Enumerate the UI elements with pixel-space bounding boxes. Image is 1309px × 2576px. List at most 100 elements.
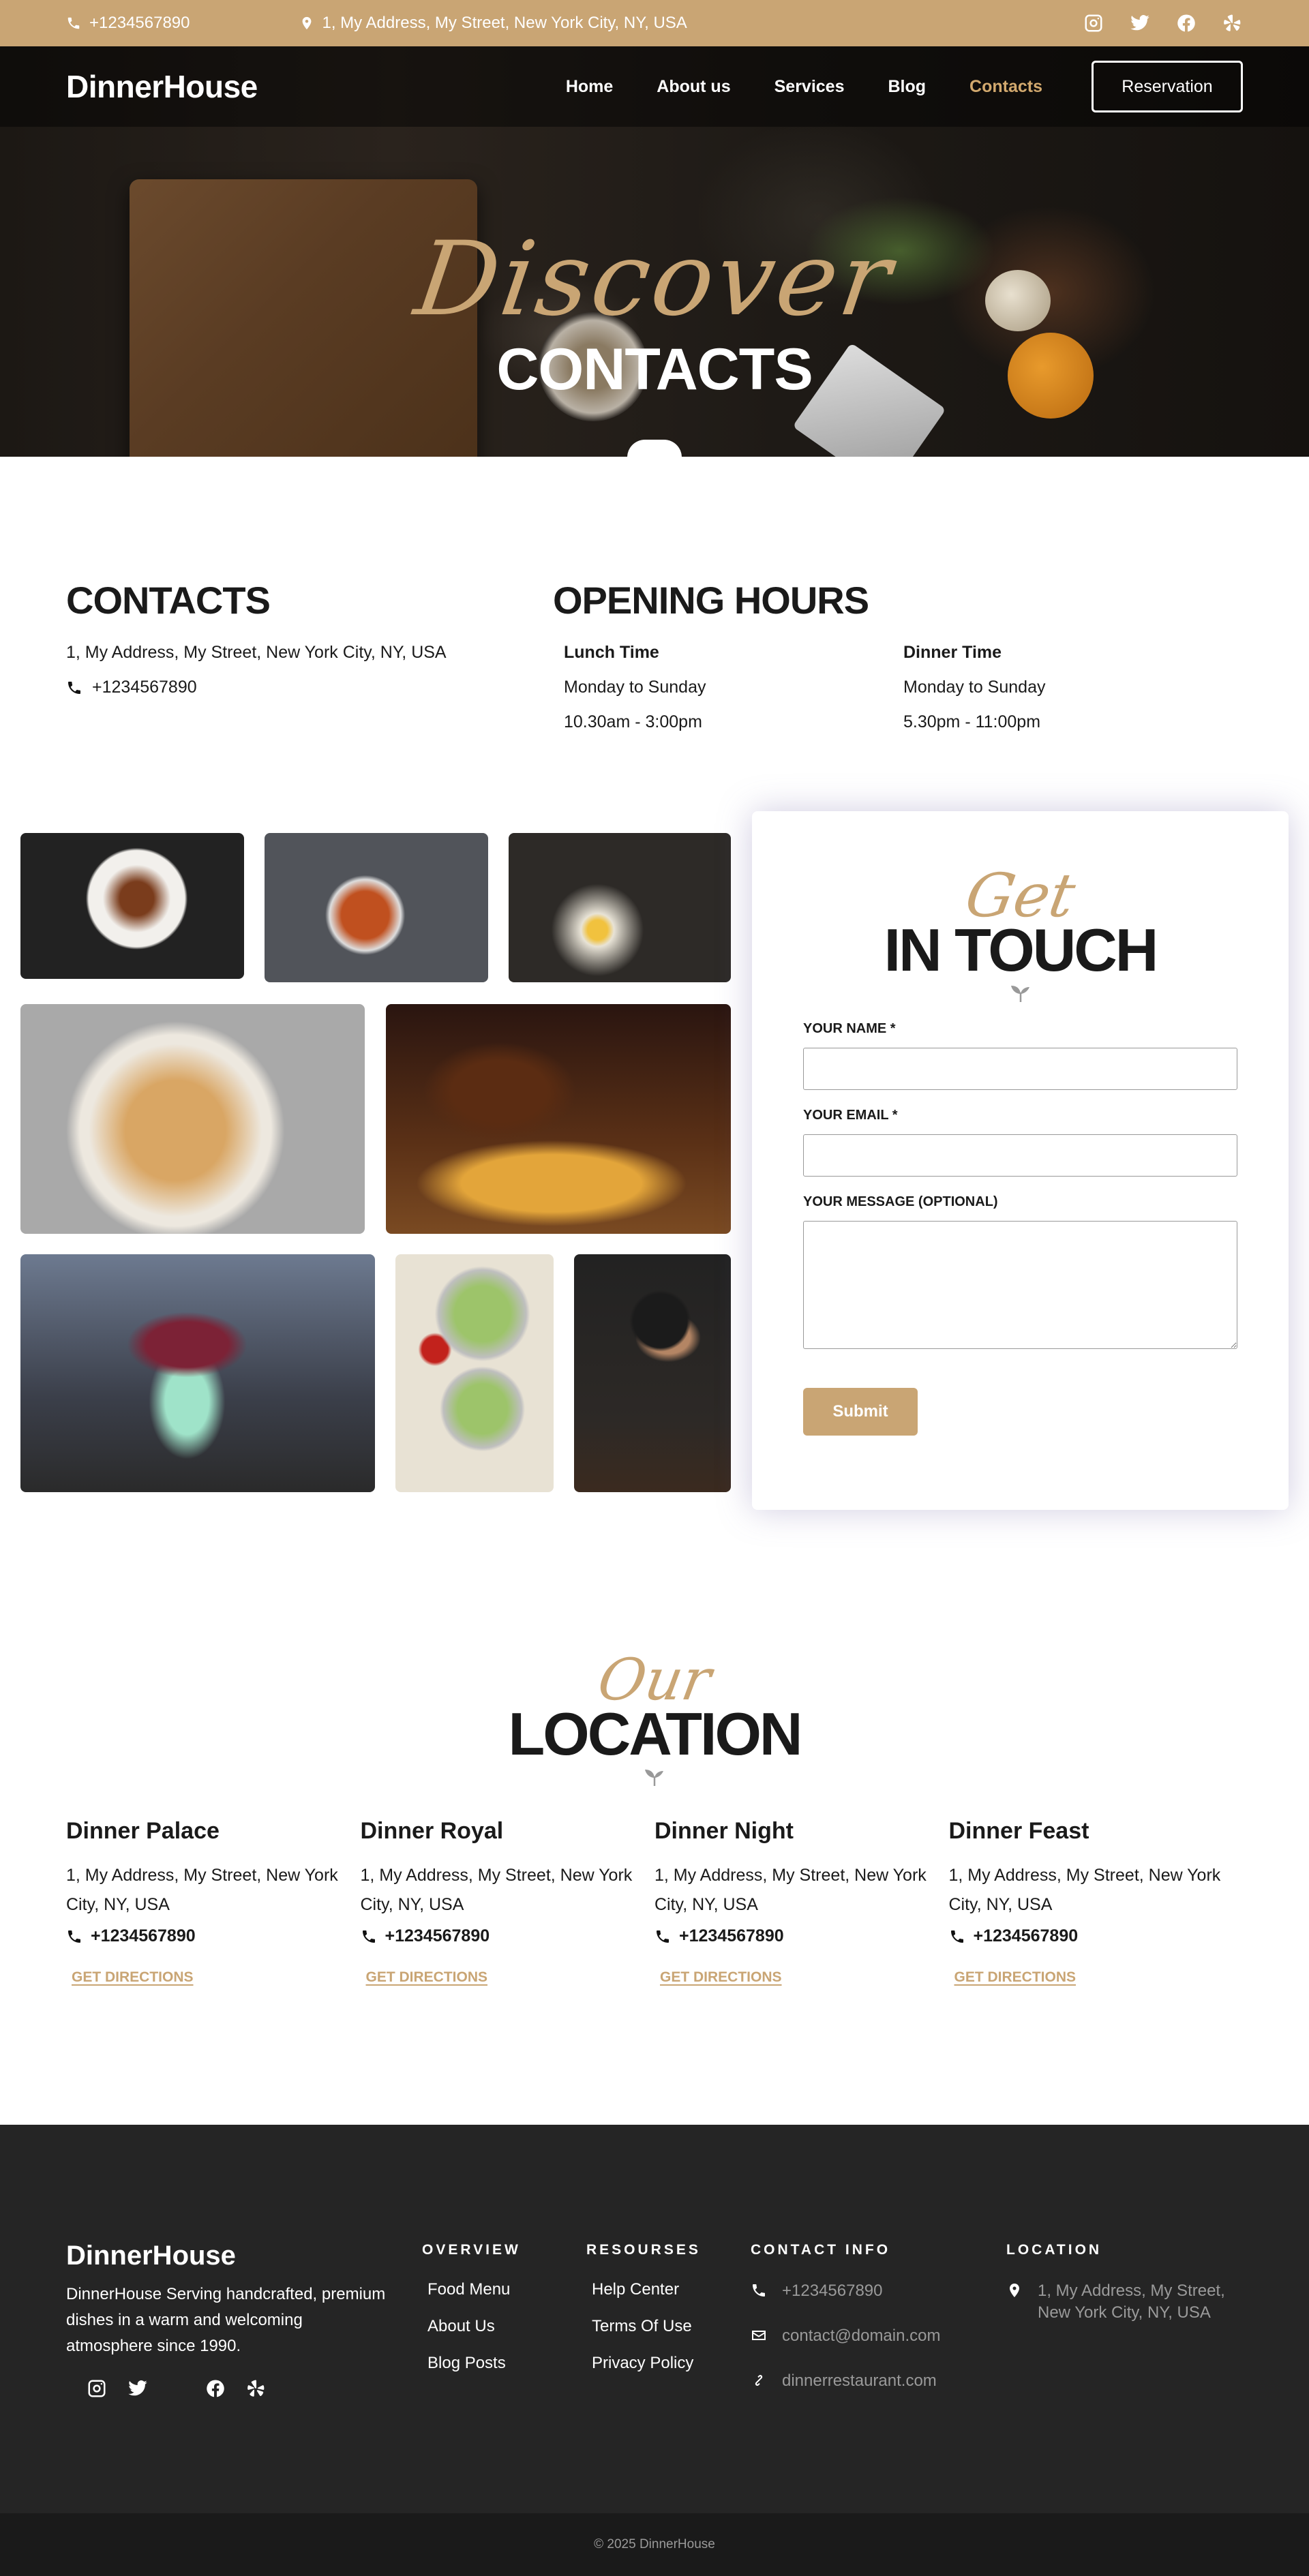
nav-item-blog[interactable]: Blog bbox=[888, 77, 926, 97]
instagram-icon[interactable] bbox=[87, 2378, 107, 2399]
location-card: Dinner Feast 1, My Address, My Street, N… bbox=[949, 1818, 1244, 1986]
reservation-button[interactable]: Reservation bbox=[1092, 61, 1243, 112]
phone-icon bbox=[362, 1930, 375, 1943]
get-directions-link[interactable]: GET DIRECTIONS bbox=[954, 1969, 1077, 1986]
yelp-icon[interactable] bbox=[246, 2378, 267, 2399]
location-phone[interactable]: +1234567890 bbox=[361, 1926, 655, 1946]
topbar-phone[interactable]: +1234567890 bbox=[66, 14, 190, 33]
footer-overview: OVERVIEW Food Menu About Us Blog Posts bbox=[422, 2242, 521, 2391]
nav-item-contacts[interactable]: Contacts bbox=[969, 77, 1042, 97]
twitter-icon[interactable] bbox=[1130, 13, 1150, 33]
location-address: 1, My Address, My Street, New York City,… bbox=[948, 1866, 1221, 1914]
name-label: YOUR NAME * bbox=[803, 1021, 896, 1036]
footer-link-help-center[interactable]: Help Center bbox=[586, 2280, 701, 2299]
get-directions-link[interactable]: GET DIRECTIONS bbox=[366, 1969, 488, 1986]
footer-contact-title: CONTACT INFO bbox=[751, 2242, 891, 2258]
footer-link-privacy[interactable]: Privacy Policy bbox=[586, 2354, 701, 2373]
main-nav: DinnerHouse Home About us Services Blog … bbox=[0, 46, 1309, 127]
get-directions-link[interactable]: GET DIRECTIONS bbox=[660, 1969, 782, 1986]
contacts-phone[interactable]: +1234567890 bbox=[66, 678, 553, 697]
location-phone-text: +1234567890 bbox=[385, 1926, 490, 1945]
footer-resources: RESOURSES Help Center Terms Of Use Priva… bbox=[586, 2242, 701, 2391]
location-section: Our LOCATION Dinner Palace 1, My Address… bbox=[0, 1535, 1309, 2125]
gallery-image-spaghetti bbox=[20, 1004, 365, 1234]
lunch-time: 10.30am - 3:00pm bbox=[564, 712, 702, 731]
submit-button[interactable]: Submit bbox=[803, 1388, 918, 1436]
copyright-bar: © 2025 DinnerHouse bbox=[0, 2513, 1309, 2576]
footer-link-food-menu[interactable]: Food Menu bbox=[422, 2280, 521, 2299]
nav-item-home[interactable]: Home bbox=[566, 77, 613, 97]
dinner-days: Monday to Sunday bbox=[903, 678, 1046, 697]
twitter-icon[interactable] bbox=[127, 2378, 148, 2399]
location-phone[interactable]: +1234567890 bbox=[654, 1926, 949, 1946]
name-input[interactable] bbox=[803, 1048, 1237, 1090]
message-label: YOUR MESSAGE (OPTIONAL) bbox=[803, 1194, 998, 1209]
location-script-text: Our bbox=[592, 1646, 717, 1713]
footer-website-text: dinnerrestaurant.com bbox=[782, 2372, 937, 2390]
footer-link-blog-posts[interactable]: Blog Posts bbox=[422, 2354, 521, 2373]
lunch-label: Lunch Time bbox=[564, 643, 659, 662]
email-input[interactable] bbox=[803, 1134, 1237, 1177]
footer-phone-text: +1234567890 bbox=[782, 2282, 883, 2300]
nav-item-about[interactable]: About us bbox=[657, 77, 730, 97]
location-name: Dinner Night bbox=[654, 1818, 794, 1844]
location-phone[interactable]: +1234567890 bbox=[949, 1926, 1244, 1946]
phone-icon bbox=[950, 1930, 963, 1943]
location-phone-text: +1234567890 bbox=[973, 1926, 1079, 1945]
top-bar: +1234567890 1, My Address, My Street, Ne… bbox=[0, 0, 1309, 46]
facebook-icon[interactable] bbox=[205, 2378, 226, 2399]
footer: DinnerHouse DinnerHouse Serving handcraf… bbox=[0, 2125, 1309, 2513]
gallery-image-cake-stand bbox=[20, 1254, 375, 1492]
email-label: YOUR EMAIL * bbox=[803, 1108, 898, 1123]
footer-email-text: contact@domain.com bbox=[782, 2327, 941, 2345]
contact-info-section: CONTACTS 1, My Address, My Street, New Y… bbox=[0, 457, 1309, 811]
location-phone[interactable]: +1234567890 bbox=[66, 1926, 361, 1946]
contacts-address: 1, My Address, My Street, New York City,… bbox=[66, 643, 553, 663]
sprout-icon bbox=[645, 1770, 663, 1786]
message-textarea[interactable] bbox=[803, 1221, 1237, 1349]
location-grid: Dinner Palace 1, My Address, My Street, … bbox=[0, 1787, 1309, 1986]
dinner-label: Dinner Time bbox=[903, 643, 1002, 662]
footer-website[interactable]: dinnerrestaurant.com bbox=[751, 2370, 989, 2392]
location-title: LOCATION bbox=[508, 1700, 803, 1768]
instagram-icon[interactable] bbox=[1083, 13, 1104, 33]
gallery-image-curry-bowl bbox=[265, 833, 488, 982]
gallery-image-plated-dish bbox=[20, 833, 244, 979]
facebook-icon[interactable] bbox=[1176, 13, 1197, 33]
link-icon bbox=[755, 2375, 763, 2386]
footer-social bbox=[87, 2378, 267, 2399]
opening-hours-block: OPENING HOURS Lunch Time Monday to Sunda… bbox=[553, 578, 1243, 811]
location-card: Dinner Night 1, My Address, My Street, N… bbox=[654, 1818, 949, 1986]
location-address: 1, My Address, My Street, New York City,… bbox=[360, 1866, 633, 1914]
lunch-hours: Lunch Time Monday to Sunday 10.30am - 3:… bbox=[564, 643, 903, 747]
gallery-image-breakfast bbox=[509, 833, 731, 982]
topbar-address-text: 1, My Address, My Street, New York City,… bbox=[322, 14, 687, 32]
footer-address: 1, My Address, My Street, New York City,… bbox=[1006, 2280, 1238, 2324]
footer-location-title: LOCATION bbox=[1006, 2242, 1102, 2258]
location-card: Dinner Royal 1, My Address, My Street, N… bbox=[361, 1818, 655, 1986]
footer-description: DinnerHouse Serving handcrafted, premium… bbox=[66, 2285, 386, 2355]
phone-icon bbox=[68, 1930, 80, 1943]
footer-location: LOCATION 1, My Address, My Street, New Y… bbox=[1006, 2242, 1238, 2347]
location-phone-text: +1234567890 bbox=[679, 1926, 784, 1945]
location-name: Dinner Feast bbox=[948, 1818, 1089, 1844]
dinner-time: 5.30pm - 11:00pm bbox=[903, 712, 1041, 731]
location-name: Dinner Royal bbox=[360, 1818, 504, 1844]
contact-form-card: Get IN TOUCH YOUR NAME * YOUR EMAIL * YO… bbox=[752, 811, 1289, 1510]
nav-item-services[interactable]: Services bbox=[774, 77, 845, 97]
hours-columns: Lunch Time Monday to Sunday 10.30am - 3:… bbox=[553, 643, 1243, 747]
gallery-form-section: Get IN TOUCH YOUR NAME * YOUR EMAIL * YO… bbox=[0, 811, 1309, 1535]
yelp-icon[interactable] bbox=[1222, 13, 1243, 33]
contacts-heading: CONTACTS bbox=[66, 579, 271, 622]
site-logo[interactable]: DinnerHouse bbox=[66, 68, 258, 105]
footer-link-about-us[interactable]: About Us bbox=[422, 2317, 521, 2336]
footer-logo[interactable]: DinnerHouse bbox=[66, 2241, 236, 2271]
footer-email[interactable]: contact@domain.com bbox=[751, 2325, 989, 2347]
footer-link-terms[interactable]: Terms Of Use bbox=[586, 2317, 701, 2336]
map-pin-icon bbox=[302, 16, 311, 30]
footer-phone[interactable]: +1234567890 bbox=[751, 2280, 989, 2302]
contacts-block: CONTACTS 1, My Address, My Street, New Y… bbox=[66, 578, 553, 811]
get-directions-link[interactable]: GET DIRECTIONS bbox=[72, 1969, 194, 1986]
dinner-hours: Dinner Time Monday to Sunday 5.30pm - 11… bbox=[903, 643, 1243, 747]
gallery-image-salads bbox=[395, 1254, 554, 1492]
